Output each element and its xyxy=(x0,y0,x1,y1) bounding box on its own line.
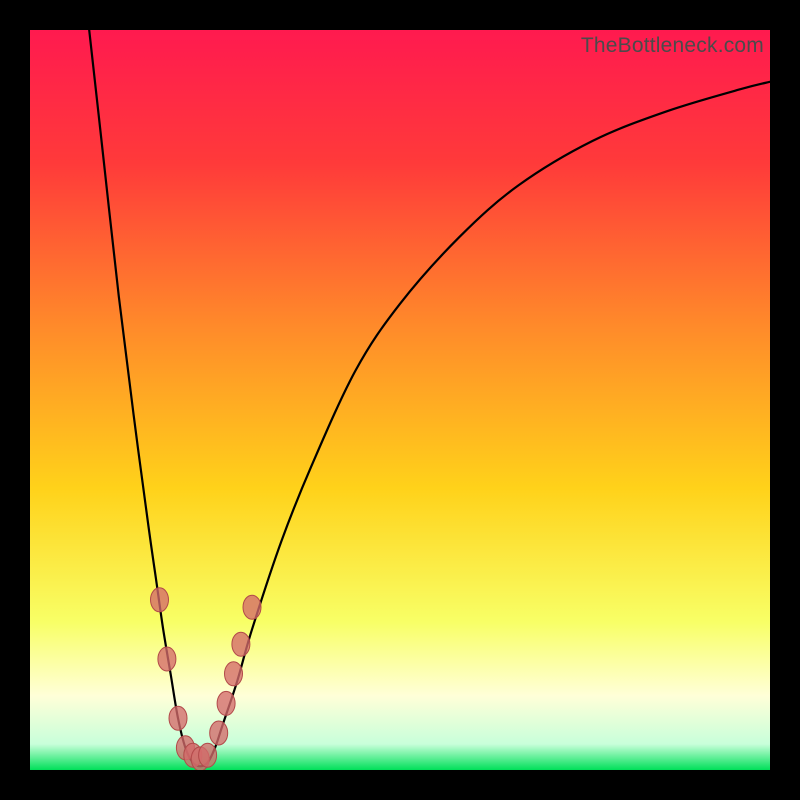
curve-layer xyxy=(30,30,770,770)
data-marker xyxy=(151,588,169,612)
chart-frame: TheBottleneck.com xyxy=(0,0,800,800)
bottleneck-curve xyxy=(89,30,770,766)
data-marker xyxy=(225,662,243,686)
data-marker xyxy=(217,691,235,715)
data-marker xyxy=(158,647,176,671)
data-marker xyxy=(243,595,261,619)
plot-area: TheBottleneck.com xyxy=(30,30,770,770)
curve-markers xyxy=(151,588,262,770)
data-marker xyxy=(199,743,217,767)
data-marker xyxy=(169,706,187,730)
data-marker xyxy=(232,632,250,656)
data-marker xyxy=(210,721,228,745)
